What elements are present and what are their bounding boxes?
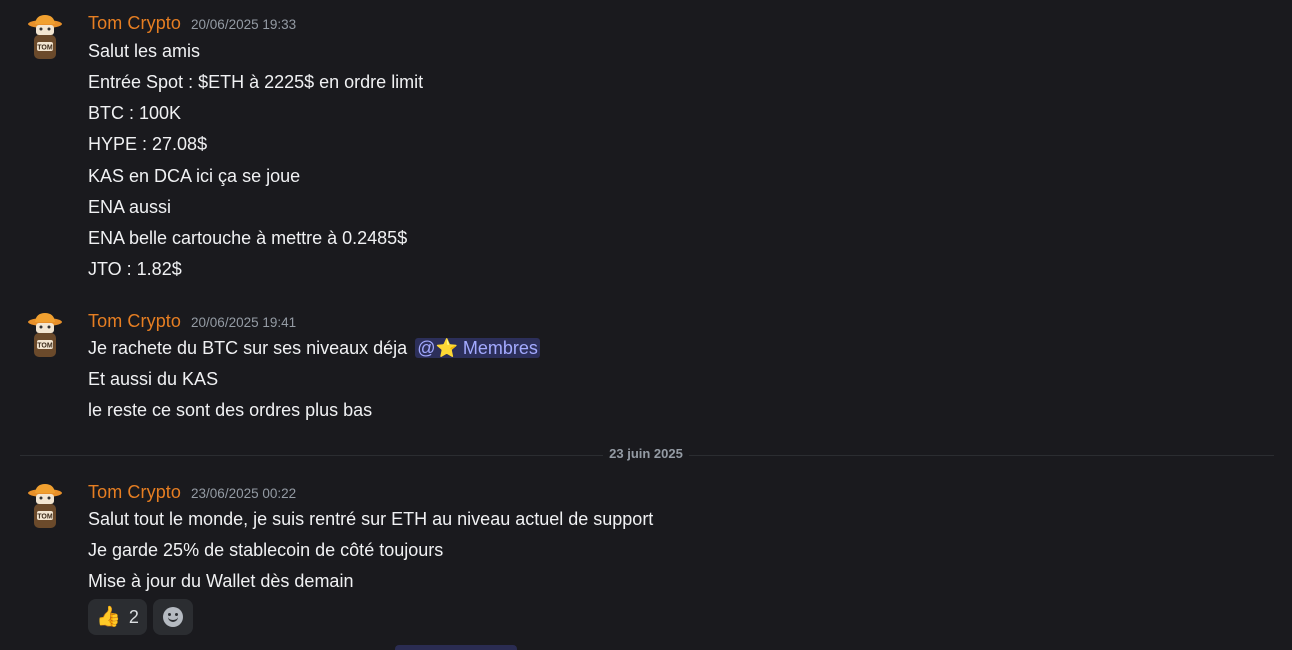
role-mention[interactable]: @⭐ Membres	[415, 338, 540, 358]
avatar[interactable]: TOM	[26, 311, 64, 359]
reaction-count: 2	[128, 606, 139, 627]
svg-text:TOM: TOM	[37, 45, 53, 52]
message-line: Mise à jour du Wallet dès demain	[88, 571, 354, 591]
message-line: Je rachete du BTC sur ses niveaux déja @…	[88, 337, 540, 359]
add-reaction-button[interactable]	[152, 599, 193, 635]
timestamp[interactable]: 23/06/2025 00:22	[191, 486, 296, 501]
message-line: Et aussi du KAS	[88, 369, 219, 389]
avatar[interactable]: TOM	[26, 13, 64, 61]
message-line: ENA belle cartouche à mettre à 0.2485$	[88, 228, 408, 248]
message-line: BTC : 100K	[88, 103, 182, 123]
message-header: Tom Crypto 20/06/2025 19:41	[88, 311, 296, 333]
chat-messages: TOM Tom Crypto 20/06/2025 19:33 Salut le…	[0, 0, 1292, 650]
message-text: Je rachete du BTC sur ses niveaux déja	[88, 338, 408, 358]
timestamp[interactable]: 20/06/2025 19:41	[191, 315, 296, 330]
smile-icon	[162, 607, 183, 627]
message-line: JTO : 1.82$	[88, 259, 182, 279]
reaction-thumbs-up[interactable]: 👍 2	[88, 599, 147, 635]
message-line: le reste ce sont des ordres plus bas	[88, 400, 373, 420]
date-divider: 23 juin 2025	[0, 446, 1292, 461]
svg-text:TOM: TOM	[37, 343, 53, 350]
author-name[interactable]: Tom Crypto	[88, 311, 181, 332]
avatar[interactable]: TOM	[26, 482, 64, 530]
thumbs-up-icon: 👍	[96, 606, 121, 628]
message-line: ENA aussi	[88, 197, 172, 217]
message-line: Je garde 25% de stablecoin de côté toujo…	[88, 540, 444, 560]
message-line: Entrée Spot : $ETH à 2225$ en ordre limi…	[88, 72, 424, 92]
message-line: Salut les amis	[88, 41, 201, 61]
message-line: KAS en DCA ici ça se joue	[88, 166, 301, 186]
reactions-bar: 👍 2	[88, 599, 193, 635]
message-line: Salut tout le monde, je suis rentré sur …	[88, 509, 654, 529]
author-name[interactable]: Tom Crypto	[88, 482, 181, 503]
message-header: Tom Crypto 23/06/2025 00:22	[88, 482, 296, 504]
message-line: HYPE : 27.08$	[88, 134, 208, 154]
timestamp[interactable]: 20/06/2025 19:33	[191, 17, 296, 32]
message-header: Tom Crypto 20/06/2025 19:33	[88, 13, 296, 35]
date-divider-label: 23 juin 2025	[603, 446, 689, 461]
svg-text:TOM: TOM	[37, 514, 53, 521]
partial-embed	[395, 645, 517, 650]
author-name[interactable]: Tom Crypto	[88, 13, 181, 34]
